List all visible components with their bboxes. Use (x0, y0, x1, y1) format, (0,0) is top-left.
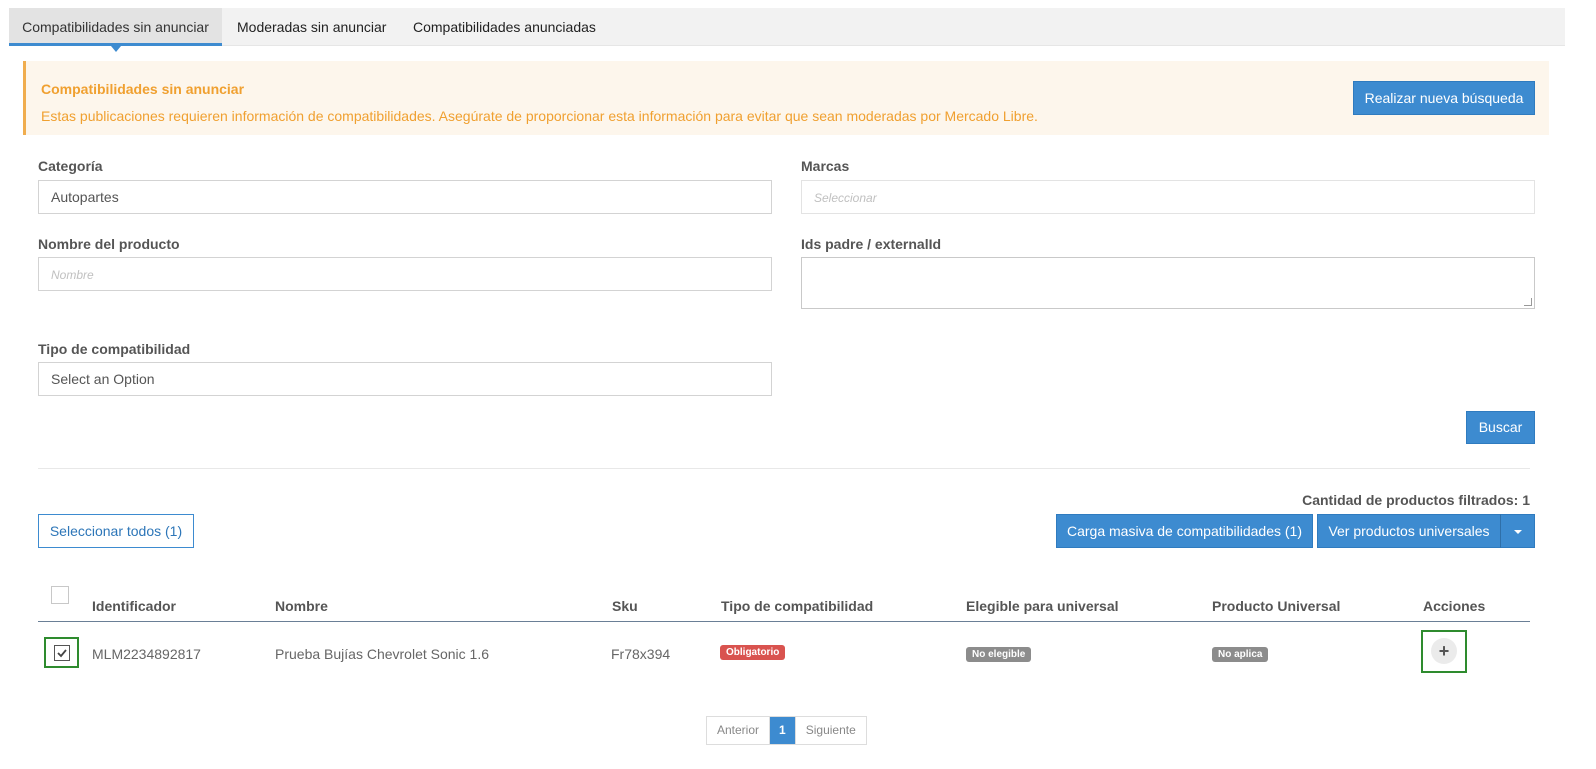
check-icon (57, 649, 67, 658)
universal-dropdown-toggle[interactable] (1500, 514, 1535, 548)
header-nombre: Nombre (275, 598, 328, 614)
ids-textarea[interactable] (801, 257, 1535, 309)
divider (38, 468, 1530, 469)
pagination-page-1[interactable]: 1 (770, 717, 795, 744)
row-sku: Fr78x394 (611, 646, 671, 662)
tab-compatibilidades-anunciadas[interactable]: Compatibilidades anunciadas (413, 8, 596, 46)
tab-moderadas-sin-anunciar[interactable]: Moderadas sin anunciar (237, 8, 386, 46)
caret-down-icon (1513, 530, 1522, 535)
action-highlight: + (1421, 630, 1467, 673)
status-badge-universal: No aplica (1212, 647, 1269, 662)
header-acciones: Acciones (1423, 598, 1486, 614)
header-identificador: Identificador (92, 598, 177, 614)
pagination: Anterior 1 Siguiente (706, 716, 867, 745)
tipo-select[interactable]: Select an Option (38, 362, 772, 396)
new-search-button[interactable]: Realizar nueva búsqueda (1353, 81, 1535, 115)
alert-text: Estas publicaciones requieren informació… (41, 108, 1038, 124)
alert-title: Compatibilidades sin anunciar (41, 81, 245, 97)
filtered-count: Cantidad de productos filtrados: 1 (1302, 492, 1530, 508)
select-all-button[interactable]: Seleccionar todos (1) (38, 514, 194, 548)
row-nombre: Prueba Bujías Chevrolet Sonic 1.6 (275, 646, 490, 662)
row-checkbox-highlight[interactable] (44, 637, 79, 668)
header-universal: Producto Universal (1212, 598, 1341, 614)
tab-compatibilidades-sin-anunciar[interactable]: Compatibilidades sin anunciar (9, 8, 222, 52)
select-all-checkbox[interactable] (51, 586, 69, 604)
resize-grip-icon[interactable] (1524, 298, 1532, 306)
row-identificador: MLM2234892817 (92, 646, 201, 662)
marcas-select[interactable]: Seleccionar (801, 180, 1535, 214)
pagination-next[interactable]: Siguiente (794, 717, 866, 744)
row-checkbox[interactable] (54, 645, 70, 661)
tipo-label: Tipo de compatibilidad (38, 341, 191, 357)
search-button[interactable]: Buscar (1466, 411, 1535, 444)
bulk-upload-button[interactable]: Carga masiva de compatibilidades (1) (1056, 514, 1313, 548)
table-header-divider (38, 621, 1530, 622)
header-tipo: Tipo de compatibilidad (721, 598, 874, 614)
nombre-label: Nombre del producto (38, 236, 180, 252)
pagination-prev[interactable]: Anterior (707, 717, 771, 744)
plus-icon[interactable]: + (1431, 638, 1457, 664)
tab-bar: Compatibilidades sin anunciar Moderadas … (9, 8, 1565, 52)
info-alert: Compatibilidades sin anunciar Estas publ… (23, 61, 1549, 135)
header-sku: Sku (612, 598, 638, 614)
marcas-label: Marcas (801, 158, 850, 174)
marcas-placeholder: Seleccionar (814, 191, 877, 205)
nombre-placeholder: Nombre (51, 268, 94, 282)
nombre-input[interactable]: Nombre (38, 257, 772, 291)
status-badge-tipo: Obligatorio (720, 645, 786, 660)
categoria-select[interactable]: Autopartes (38, 180, 772, 214)
ids-label: Ids padre / externalId (801, 236, 942, 252)
status-badge-elegible: No elegible (966, 647, 1032, 662)
universal-products-button[interactable]: Ver productos universales (1317, 514, 1501, 548)
categoria-label: Categoría (38, 158, 103, 174)
header-elegible: Elegible para universal (966, 598, 1119, 614)
